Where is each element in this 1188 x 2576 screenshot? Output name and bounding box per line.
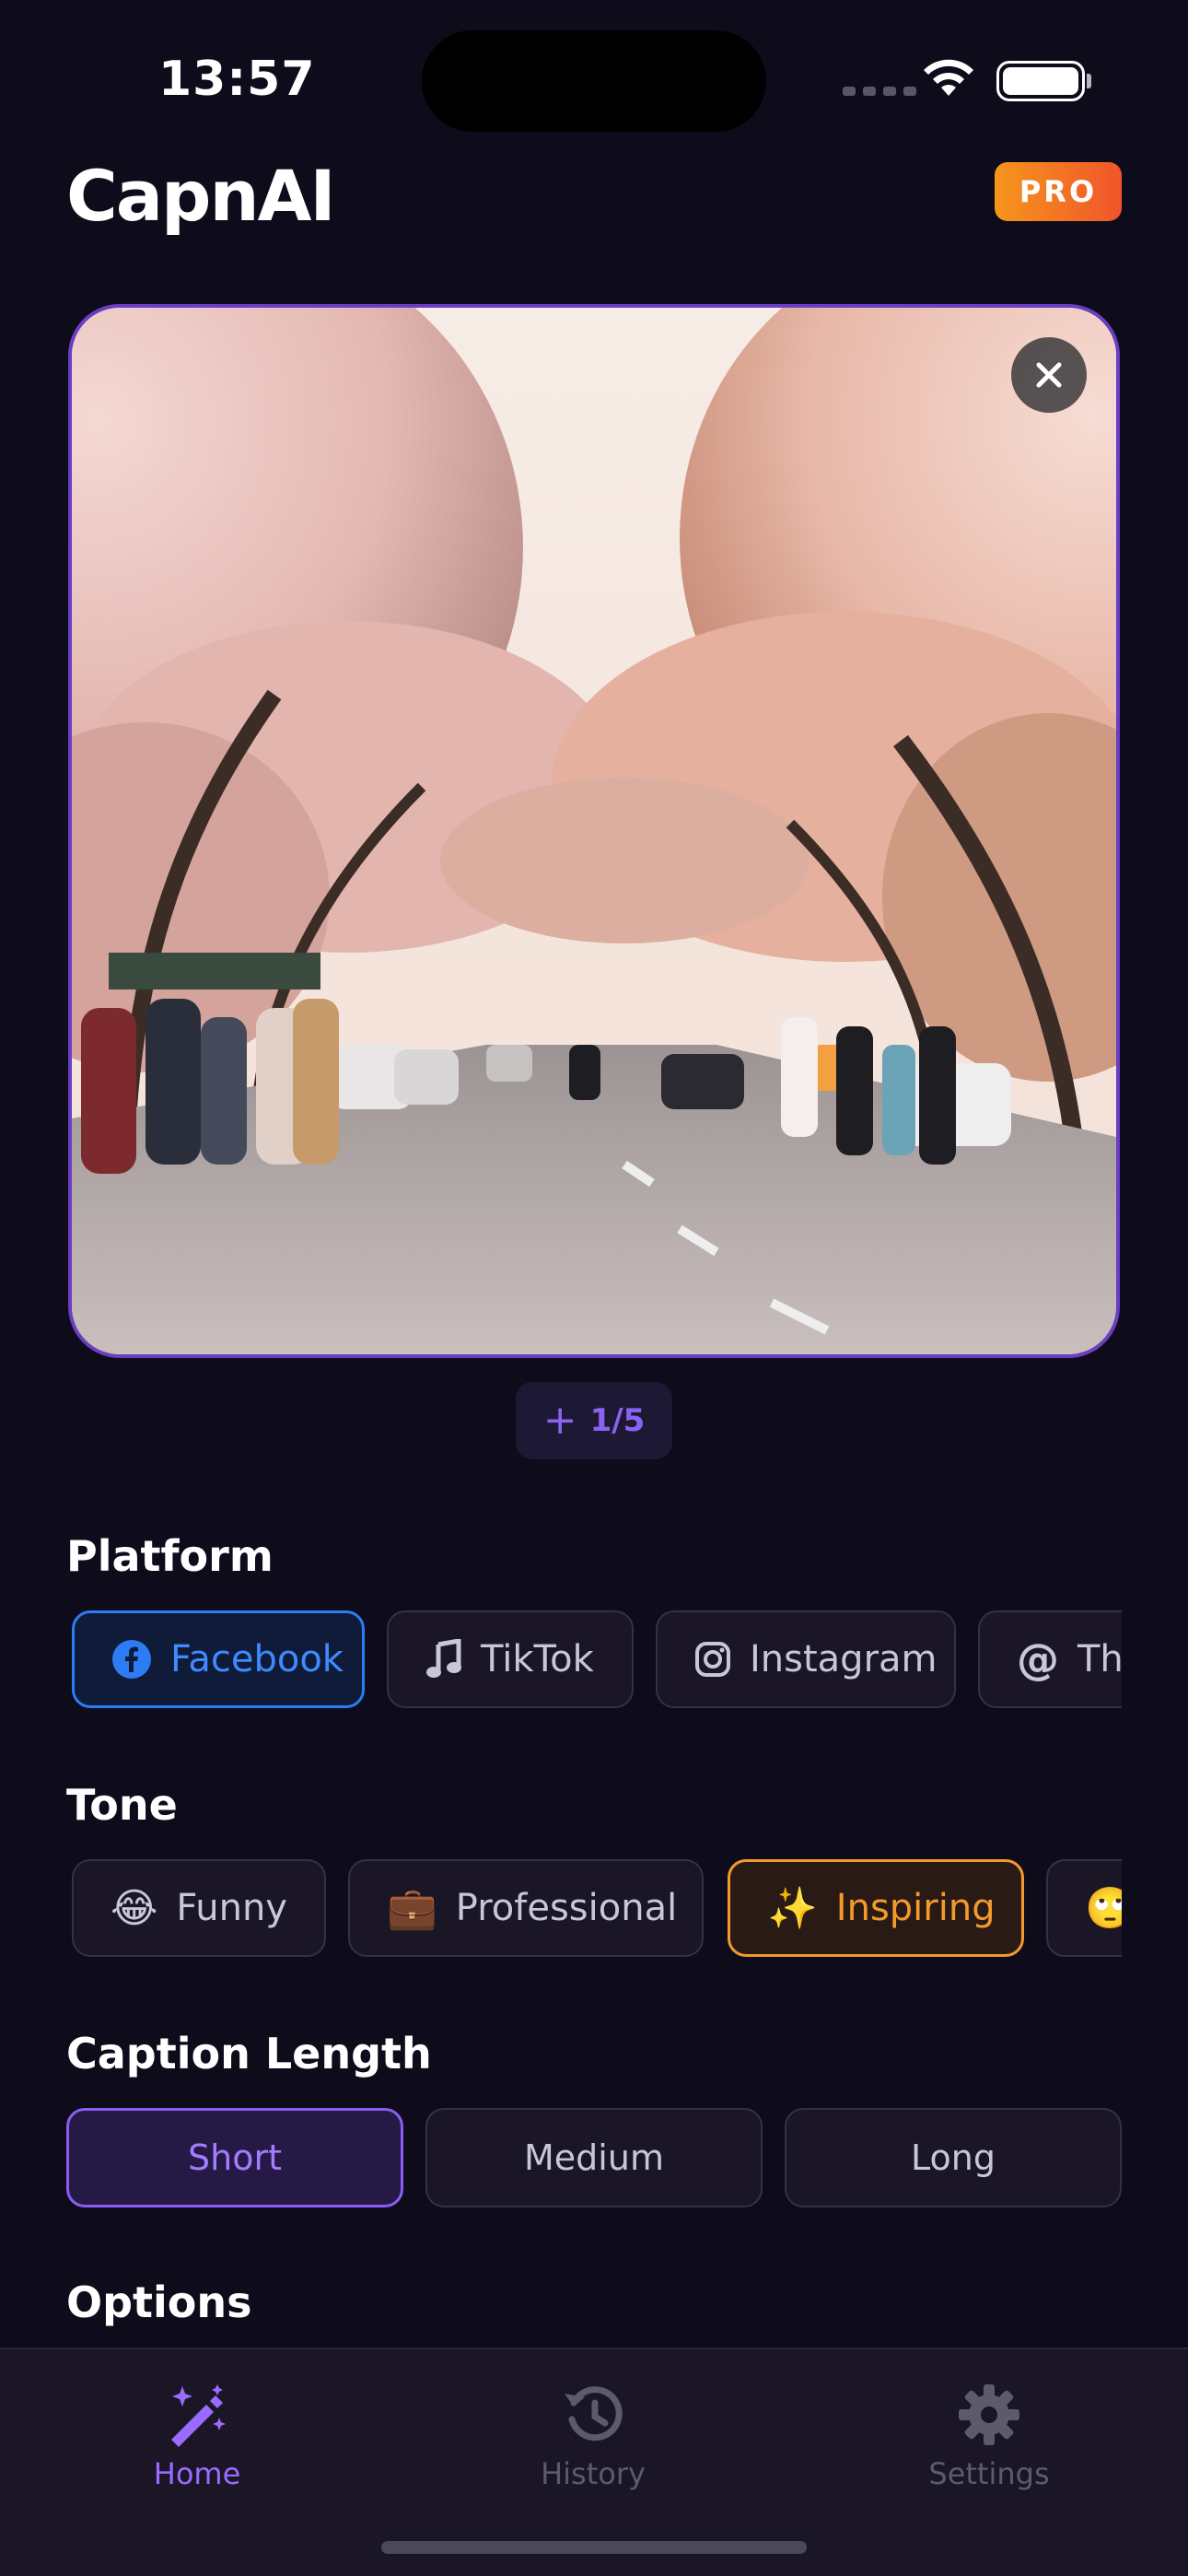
tone-chip-funny[interactable]: 😂 Funny [72,1859,326,1957]
dynamic-island [422,30,766,132]
add-photo-button[interactable]: + 1/5 [516,1382,672,1459]
tab-home[interactable]: Home [96,2383,298,2491]
eye-roll-emoji-icon: 🙄 [1085,1885,1122,1932]
tab-label: Settings [928,2456,1050,2491]
laughing-emoji-icon: 😂 [111,1884,158,1932]
tone-chip-row[interactable]: 😂 Funny 💼 Professional ✨ Inspiring 🙄 [66,1854,1122,1964]
status-time: 13:57 [158,52,316,107]
photo-counter: 1/5 [589,1402,646,1439]
platform-label: Facebook [170,1638,344,1680]
battery-icon [996,61,1085,101]
remove-photo-button[interactable] [1011,337,1087,413]
facebook-icon [112,1640,151,1679]
app-logo: CapnAI [66,155,336,237]
tab-label: History [541,2456,646,2491]
tab-settings[interactable]: Settings [888,2383,1090,2491]
platform-label: TikTok [481,1638,594,1680]
tone-label: Funny [176,1887,287,1929]
plus-icon: + [542,1397,577,1444]
sparkles-emoji-icon: ✨ [767,1885,818,1932]
selected-photo[interactable] [68,304,1120,1358]
close-icon [1036,362,1062,388]
briefcase-emoji-icon: 💼 [387,1885,437,1932]
tone-chip-inspiring[interactable]: ✨ Inspiring [728,1859,1024,1957]
pro-badge[interactable]: PRO [995,162,1122,221]
platform-chip-tiktok[interactable]: TikTok [387,1610,634,1708]
music-note-icon [426,1639,461,1678]
platform-title: Platform [66,1531,274,1581]
status-bar: 13:57 [0,0,1188,157]
tab-history[interactable]: History [492,2383,694,2491]
cellular-signal-icon [843,87,916,96]
tone-title: Tone [66,1780,178,1830]
magic-wand-icon [171,2384,226,2447]
platform-label: Threads [1077,1638,1122,1680]
tone-chip-professional[interactable]: 💼 Professional [348,1859,704,1957]
tab-label: Home [153,2456,241,2491]
tone-label: Inspiring [835,1887,996,1929]
home-indicator [381,2541,807,2554]
platform-chip-row[interactable]: Facebook TikTok Instagram @ Threads [66,1605,1122,1715]
platform-label: Instagram [750,1638,938,1680]
at-sign-icon: @ [1017,1634,1059,1684]
length-medium-button[interactable]: Medium [425,2108,763,2207]
platform-chip-threads[interactable]: @ Threads [978,1610,1122,1708]
tone-label: Professional [455,1887,678,1929]
tone-chip-next[interactable]: 🙄 [1046,1859,1122,1957]
platform-chip-instagram[interactable]: Instagram [656,1610,956,1708]
caption-length-title: Caption Length [66,2029,432,2078]
length-long-button[interactable]: Long [785,2108,1122,2207]
instagram-icon [695,1642,730,1677]
length-short-button[interactable]: Short [66,2108,403,2207]
gear-icon [959,2384,1019,2445]
platform-chip-facebook[interactable]: Facebook [72,1610,365,1708]
history-icon [565,2386,623,2441]
wifi-icon [921,57,976,101]
options-title: Options [66,2277,252,2327]
